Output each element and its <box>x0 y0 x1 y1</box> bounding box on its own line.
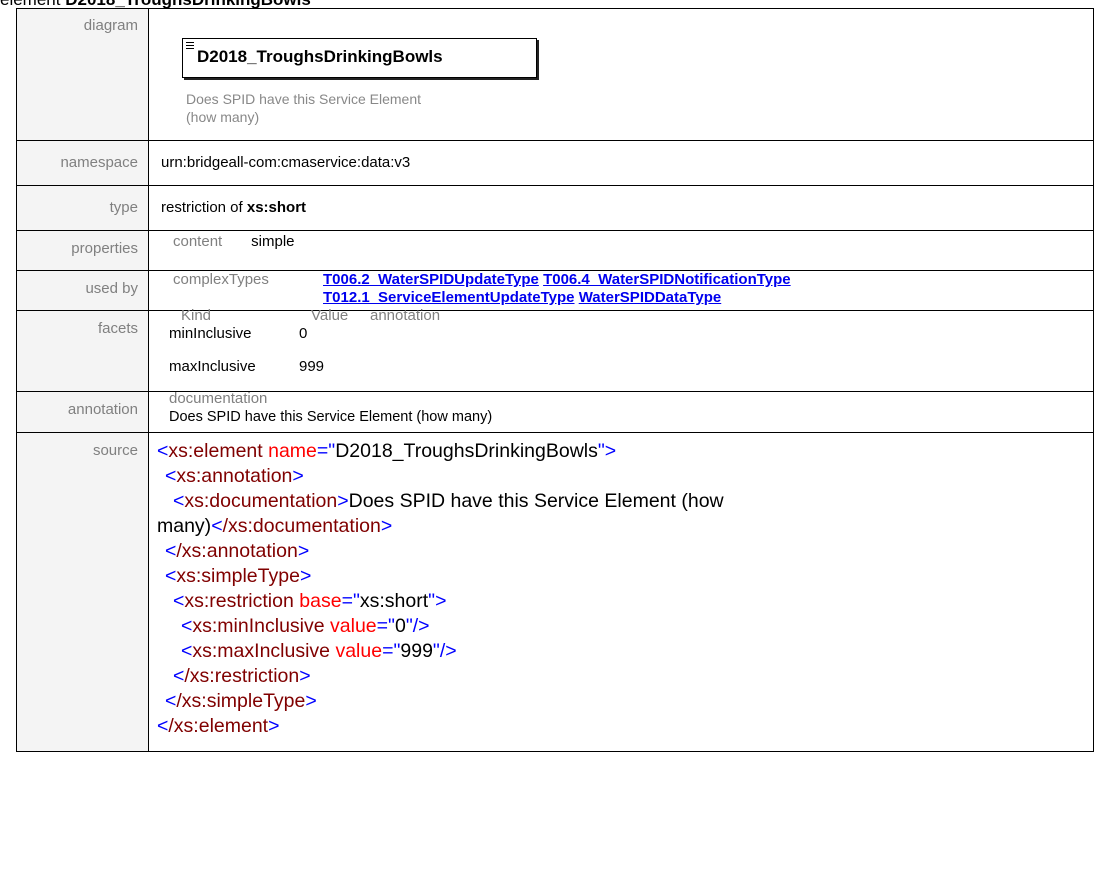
used-by-link-3[interactable]: T012.1_ServiceElementUpdateType <box>323 289 575 306</box>
properties-key: content <box>173 233 223 250</box>
namespace-label: namespace <box>16 140 149 186</box>
annotation-row: annotation documentation Does SPID have … <box>16 390 1094 433</box>
used-by-link-1[interactable]: T006.2_WaterSPIDUpdateType <box>323 271 539 288</box>
used-by-cell: complexTypes T006.2_WaterSPIDUpdateType … <box>148 270 1094 311</box>
facets-cell: Kind Value annotation minInclusive 0 max… <box>148 307 1094 392</box>
source-cell: <xs:element name="D2018_TroughsDrinkingB… <box>148 432 1094 752</box>
properties-label: properties <box>16 230 149 271</box>
source-line: </xs:restriction> <box>173 665 311 687</box>
properties-value: simple <box>251 233 295 250</box>
page-heading: element D2018_TroughsDrinkingBowls <box>0 0 311 9</box>
source-line: <xs:maxInclusive value="999"/> <box>181 640 457 662</box>
facets-label: facets <box>16 310 149 392</box>
type-base: xs:short <box>246 199 307 216</box>
diagram-cell: D2018_TroughsDrinkingBowls Does SPID hav… <box>148 8 1094 141</box>
source-line: <xs:simpleType> <box>165 565 312 587</box>
source-row: source <xs:element name="D2018_TroughsDr… <box>16 432 1094 752</box>
namespace-row: namespace urn:bridgeall-com:cmaservice:d… <box>16 140 1094 186</box>
namespace-value: urn:bridgeall-com:cmaservice:data:v3 <box>148 140 1094 186</box>
diagram-row: diagram D2018_TroughsDrinkingBowls Does … <box>16 8 1094 141</box>
type-prefix: restriction of <box>161 199 243 216</box>
source-line: <xs:restriction base="xs:short"> <box>173 590 447 612</box>
facet-value-1: 0 <box>299 325 308 342</box>
source-line: <xs:element name="D2018_TroughsDrinkingB… <box>157 440 617 462</box>
source-line: <xs:documentation>Does SPID have this Se… <box>173 490 724 512</box>
properties-cell: content simple <box>148 230 1094 271</box>
used-by-row: used by complexTypes T006.2_WaterSPIDUpd… <box>16 270 1094 311</box>
source-line: <xs:minInclusive value="0"/> <box>181 615 430 637</box>
facets-header-annotation: annotation <box>370 307 441 324</box>
xml-source-code: <xs:element name="D2018_TroughsDrinkingB… <box>149 433 1093 751</box>
type-value: restriction of xs:short <box>148 185 1094 231</box>
diagram-box-title: D2018_TroughsDrinkingBowls <box>197 47 443 66</box>
annotation-label: annotation <box>16 391 149 433</box>
used-by-label: used by <box>16 270 149 311</box>
source-line: <xs:annotation> <box>165 465 304 487</box>
diagram-description: Does SPID have this Service Element (how… <box>186 91 421 125</box>
source-line: </xs:annotation> <box>165 540 310 562</box>
annotation-cell: documentation Does SPID have this Servic… <box>148 390 1094 433</box>
annotation-value: Does SPID have this Service Element (how… <box>169 409 493 425</box>
used-by-link-4[interactable]: WaterSPIDDataType <box>579 289 722 306</box>
source-line: many)</xs:documentation> <box>157 515 393 537</box>
source-line: </xs:element> <box>157 715 280 737</box>
type-label: type <box>16 185 149 231</box>
element-doc-table: diagram D2018_TroughsDrinkingBowls Does … <box>16 8 1094 752</box>
facets-header-value: Value <box>311 307 349 324</box>
facet-kind-2: maxInclusive <box>169 358 256 375</box>
facets-header-kind: Kind <box>181 307 212 324</box>
used-by-link-2[interactable]: T006.4_WaterSPIDNotificationType <box>543 271 791 288</box>
element-icon <box>186 42 194 50</box>
properties-row: properties content simple <box>16 230 1094 271</box>
element-diagram-box: D2018_TroughsDrinkingBowls <box>182 38 537 78</box>
type-row: type restriction of xs:short <box>16 185 1094 231</box>
source-line: </xs:simpleType> <box>165 690 317 712</box>
facet-kind-1: minInclusive <box>169 325 252 342</box>
facets-row: facets Kind Value annotation minInclusiv… <box>16 307 1094 392</box>
diagram-label: diagram <box>16 8 149 141</box>
facet-value-2: 999 <box>299 358 325 375</box>
used-by-key: complexTypes <box>173 271 269 288</box>
annotation-key: documentation <box>169 390 268 407</box>
source-label: source <box>16 432 149 752</box>
